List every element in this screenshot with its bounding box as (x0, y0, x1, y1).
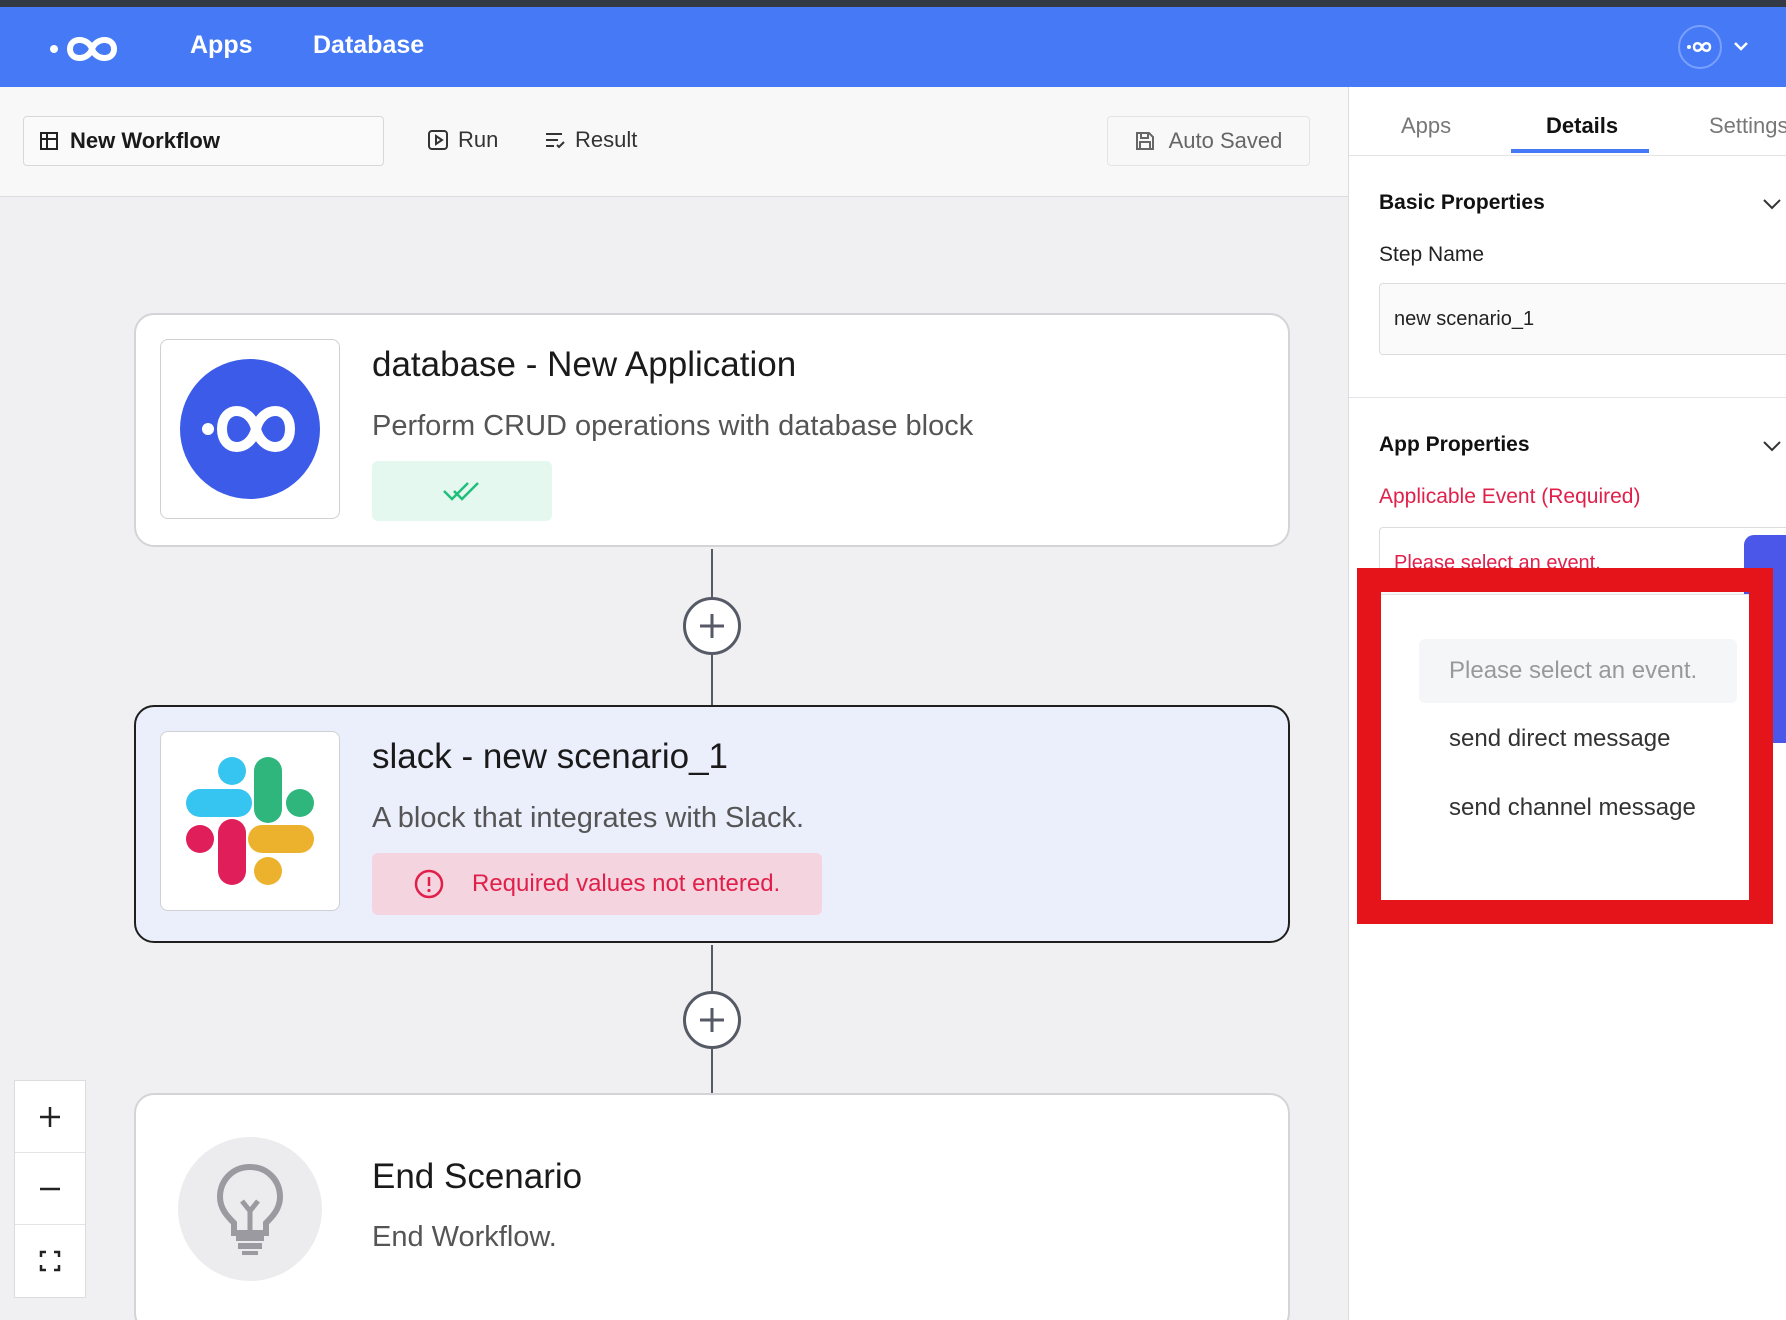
active-tab-indicator (1511, 149, 1649, 153)
workflow-name-text: New Workflow (70, 128, 220, 153)
run-button[interactable]: Run (428, 127, 498, 153)
autosave-label: Auto Saved (1168, 128, 1283, 153)
event-select[interactable]: Please select an event. (1379, 527, 1786, 599)
zoom-controls (14, 1080, 86, 1298)
node-title: database - New Application (372, 345, 797, 384)
slack-logo-icon (186, 757, 314, 885)
slack-node-icon-box (160, 731, 340, 911)
nav-database[interactable]: Database (313, 31, 424, 60)
node-database[interactable]: database - New Application Perform CRUD … (134, 313, 1290, 547)
plus-icon (40, 1106, 60, 1127)
autosave-status: Auto Saved (1107, 116, 1310, 166)
app-logo-icon[interactable] (48, 29, 134, 69)
chevron-down-icon[interactable] (1732, 37, 1750, 55)
chevron-down-icon[interactable] (1761, 435, 1783, 457)
fullscreen-icon (39, 1250, 61, 1272)
end-node-icon-circle (178, 1137, 322, 1281)
zoom-out-button[interactable] (15, 1153, 85, 1225)
chevron-down-icon[interactable] (1761, 193, 1783, 215)
dropdown-option-send-direct-message[interactable]: send direct message (1419, 707, 1737, 771)
play-icon (428, 130, 448, 150)
workflow-toolbar: New Workflow Run Result Auto Saved (0, 87, 1348, 197)
node-title: slack - new scenario_1 (372, 737, 728, 776)
plus-icon (700, 1008, 724, 1032)
database-logo-icon (180, 359, 320, 499)
tab-divider (1349, 155, 1786, 156)
connector-line (711, 549, 713, 597)
list-check-icon (546, 133, 565, 149)
table-icon (40, 132, 58, 150)
tab-settings[interactable]: Settings (1709, 113, 1786, 139)
fit-view-button[interactable] (15, 1225, 85, 1297)
dropdown-option-send-channel-message[interactable]: send channel message (1419, 776, 1737, 840)
node-slack[interactable]: slack - new scenario_1 A block that inte… (134, 705, 1290, 943)
workflow-name-field[interactable]: New Workflow (23, 116, 384, 166)
connector-line (711, 945, 713, 991)
double-check-icon (443, 482, 479, 501)
save-icon (1135, 132, 1154, 150)
success-badge (372, 461, 552, 521)
applicable-event-label: Applicable Event (Required) (1379, 485, 1641, 508)
window-top-strip (0, 0, 1786, 7)
result-button[interactable]: Result (545, 127, 637, 153)
section-divider (1349, 397, 1786, 398)
dropdown-option-placeholder[interactable]: Please select an event. (1419, 639, 1737, 703)
connector-line (711, 1049, 713, 1093)
result-label: Result (575, 127, 638, 152)
top-navbar: Apps Database (0, 7, 1786, 87)
node-description: A block that integrates with Slack. (372, 802, 804, 834)
step-name-label: Step Name (1379, 243, 1485, 266)
add-step-button[interactable] (683, 597, 741, 655)
plus-icon (700, 614, 724, 638)
connector-line (711, 655, 713, 705)
lightbulb-icon (216, 1163, 284, 1255)
workflow-canvas[interactable]: database - New Application Perform CRUD … (0, 197, 1348, 1320)
step-name-input[interactable]: new scenario_1 (1379, 283, 1786, 355)
nav-apps[interactable]: Apps (190, 31, 253, 60)
basic-properties-heading[interactable]: Basic Properties (1379, 191, 1545, 215)
node-description: End Workflow. (372, 1221, 557, 1253)
run-label: Run (458, 127, 499, 152)
node-end-scenario[interactable]: End Scenario End Workflow. (134, 1093, 1290, 1320)
feedback-label: Feedback (1752, 573, 1777, 676)
tab-details[interactable]: Details (1546, 113, 1618, 139)
app-properties-heading[interactable]: App Properties (1379, 433, 1530, 457)
alert-circle-icon (414, 869, 444, 899)
minus-icon (40, 1187, 60, 1190)
avatar-logo-icon (1687, 42, 1712, 52)
tab-apps[interactable]: Apps (1401, 113, 1451, 139)
event-dropdown-menu: Please select an event. send direct mess… (1378, 594, 1752, 902)
user-avatar[interactable] (1678, 25, 1722, 69)
zoom-in-button[interactable] (15, 1081, 85, 1153)
database-node-icon-box (160, 339, 340, 519)
node-description: Perform CRUD operations with database bl… (372, 410, 974, 442)
error-badge: Required values not entered. (372, 853, 822, 915)
add-step-button[interactable] (683, 991, 741, 1049)
error-badge-text: Required values not entered. (472, 870, 781, 897)
node-title: End Scenario (372, 1157, 583, 1196)
